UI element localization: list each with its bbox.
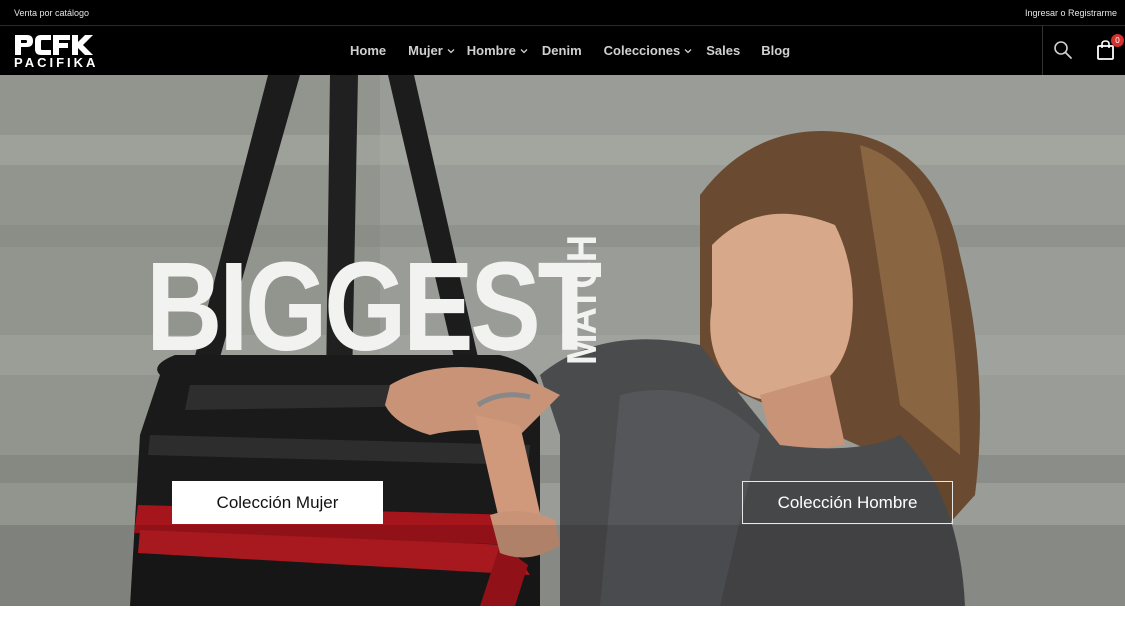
nav-item-label: Blog: [761, 43, 791, 58]
nav-item-mujer[interactable]: Mujer: [408, 43, 455, 58]
nav-item-label: Hombre: [466, 43, 516, 58]
nav-item-label: Denim: [541, 43, 582, 58]
brand-name: PACIFIKA: [14, 55, 99, 70]
nav-item-label: Colecciones: [603, 43, 681, 58]
hero-headline: BIGGEST MATCH: [146, 236, 606, 377]
top-utility-bar: Venta por catálogo Ingresar o Registrarm…: [0, 0, 1125, 26]
login-register-link[interactable]: Ingresar o Registrarme: [1025, 8, 1117, 18]
cart-count-badge: 0: [1111, 34, 1124, 47]
page-content-below-hero: [0, 606, 1125, 626]
chevron-down-icon: [684, 48, 692, 53]
nav-item-home[interactable]: Home: [350, 43, 386, 58]
chevron-down-icon: [520, 48, 528, 53]
catalog-sales-link[interactable]: Venta por catálogo: [14, 8, 89, 18]
nav-item-colecciones[interactable]: Colecciones: [604, 43, 693, 58]
nav-item-blog[interactable]: Blog: [761, 43, 790, 58]
nav-item-label: Sales: [706, 43, 741, 58]
nav-item-hombre[interactable]: Hombre: [467, 43, 528, 58]
nav-item-sales[interactable]: Sales: [706, 43, 740, 58]
main-navbar: PACIFIKA Home Mujer Hombre Denim Colecci…: [0, 26, 1125, 75]
hero-headline-main: BIGGEST: [146, 236, 602, 377]
coleccion-mujer-button[interactable]: Colección Mujer: [172, 481, 383, 524]
search-icon[interactable]: [1053, 40, 1073, 60]
nav-item-label: Home: [350, 43, 387, 58]
hero-headline-side: MATCH: [558, 235, 605, 365]
header-actions: 0: [1042, 26, 1125, 75]
nav-item-denim[interactable]: Denim: [542, 43, 582, 58]
brand-logo[interactable]: PACIFIKA: [14, 34, 114, 70]
nav-item-label: Mujer: [408, 43, 443, 58]
chevron-down-icon: [447, 48, 455, 53]
hero-banner: BIGGEST MATCH Colección Mujer Colección …: [0, 75, 1125, 606]
primary-menu: Home Mujer Hombre Denim Colecciones Sale…: [350, 26, 790, 75]
brand-logo-mark: [15, 35, 93, 55]
coleccion-hombre-button[interactable]: Colección Hombre: [742, 481, 953, 524]
